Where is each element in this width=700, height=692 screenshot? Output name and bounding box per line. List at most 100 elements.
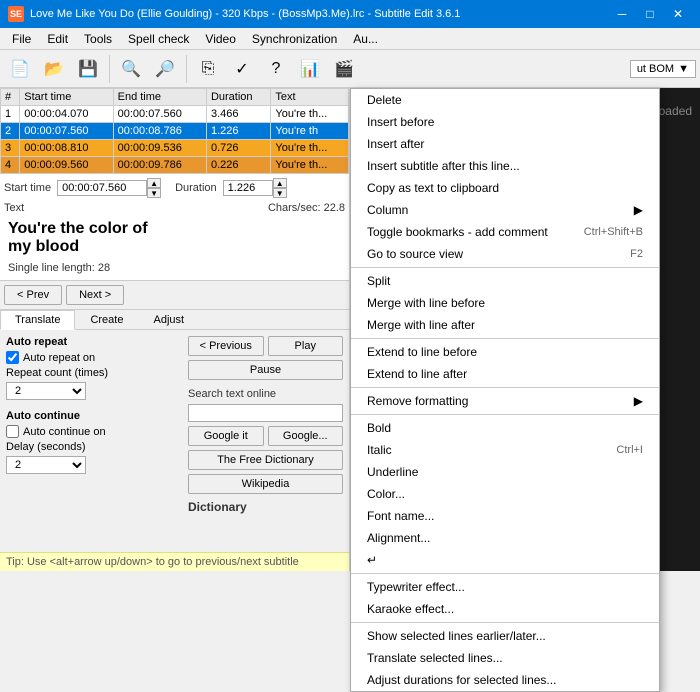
start-time-spinbox[interactable]: ▲ ▼ xyxy=(57,178,161,198)
context-menu-item[interactable]: Toggle bookmarks - add commentCtrl+Shift… xyxy=(351,221,659,243)
titlebar-title: Love Me Like You Do (Ellie Goulding) - 3… xyxy=(30,8,460,20)
menu-edit[interactable]: Edit xyxy=(39,30,76,48)
wikipedia-button[interactable]: Wikipedia xyxy=(188,474,343,494)
col-start: Start time xyxy=(20,89,113,106)
context-menu-item[interactable]: Translate selected lines... xyxy=(351,647,659,669)
context-menu-item[interactable]: Font name... xyxy=(351,505,659,527)
close-button[interactable]: ✕ xyxy=(664,0,692,28)
google2-button[interactable]: Google... xyxy=(268,426,344,446)
subtitle-table: # Start time End time Duration Text 100:… xyxy=(0,88,349,174)
free-dict-button[interactable]: The Free Dictionary xyxy=(188,450,343,470)
find-button[interactable]: 🔍 xyxy=(115,53,147,85)
menu-tools[interactable]: Tools xyxy=(76,30,120,48)
ctx-item-label: Delete xyxy=(367,93,402,107)
repeat-count-select[interactable]: 234 xyxy=(6,382,86,400)
table-row[interactable]: 200:00:07.56000:00:08.7861.226You're th xyxy=(1,123,349,140)
menu-sync[interactable]: Synchronization xyxy=(244,30,345,48)
context-menu-item[interactable]: Karaoke effect... xyxy=(351,598,659,620)
pause-button[interactable]: Pause xyxy=(188,360,343,380)
ctx-item-label: Split xyxy=(367,274,390,288)
table-row[interactable]: 300:00:08.81000:00:09.5360.726You're th.… xyxy=(1,140,349,157)
tab-adjust[interactable]: Adjust xyxy=(138,310,199,329)
context-menu-item[interactable]: Extend to line after xyxy=(351,363,659,385)
context-menu-item[interactable]: Copy as text to clipboard xyxy=(351,177,659,199)
duration-input[interactable] xyxy=(223,180,273,196)
context-menu-item[interactable]: Color... xyxy=(351,483,659,505)
duration-down[interactable]: ▼ xyxy=(273,188,287,198)
spell-button[interactable]: ✓ xyxy=(226,53,258,85)
video-button[interactable]: 🎬 xyxy=(328,53,360,85)
maximize-button[interactable]: □ xyxy=(636,0,664,28)
new-button[interactable]: 📄 xyxy=(4,53,36,85)
delay-select[interactable]: 234 xyxy=(6,456,86,474)
previous-button[interactable]: < Previous xyxy=(188,336,264,356)
context-menu-separator xyxy=(351,622,659,623)
context-menu-item[interactable]: Split xyxy=(351,270,659,292)
start-time-label: Start time xyxy=(4,182,51,194)
waveform-button[interactable]: 📊 xyxy=(294,53,326,85)
save-button[interactable]: 💾 xyxy=(72,53,104,85)
context-menu-item[interactable]: Delete xyxy=(351,89,659,111)
context-menu-item[interactable]: Alignment... xyxy=(351,527,659,549)
context-menu-item[interactable]: Extend to line before xyxy=(351,341,659,363)
context-menu-item[interactable]: Insert after xyxy=(351,133,659,155)
bom-dropdown[interactable]: ut BOM ▼ xyxy=(630,60,696,78)
tab-translate[interactable]: Translate xyxy=(0,310,75,330)
ctx-item-submenu-arrow: ▶ xyxy=(634,203,643,217)
start-time-down[interactable]: ▼ xyxy=(147,188,161,198)
tab-create[interactable]: Create xyxy=(75,310,138,329)
col-text: Text xyxy=(271,89,349,106)
auto-repeat-on-checkbox[interactable] xyxy=(6,351,19,364)
context-menu-item[interactable]: Merge with line after xyxy=(351,314,659,336)
context-menu-item[interactable]: Insert subtitle after this line... xyxy=(351,155,659,177)
context-menu-item[interactable]: Bold xyxy=(351,417,659,439)
next-button[interactable]: Next > xyxy=(66,285,124,305)
table-row[interactable]: 400:00:09.56000:00:09.7860.226You're th.… xyxy=(1,157,349,174)
ctx-item-label: Adjust durations for selected lines... xyxy=(367,673,556,687)
prev-button[interactable]: < Prev xyxy=(4,285,62,305)
subtitle-text-display[interactable]: You're the color ofmy blood xyxy=(4,216,345,260)
ctx-item-label: Font name... xyxy=(367,509,434,523)
google-button[interactable]: Google it xyxy=(188,426,264,446)
help-button[interactable]: ? xyxy=(260,53,292,85)
context-menu-item[interactable]: ItalicCtrl+I xyxy=(351,439,659,461)
context-menu-item[interactable]: Adjust durations for selected lines... xyxy=(351,669,659,691)
auto-continue-on-checkbox[interactable] xyxy=(6,425,19,438)
ocr-button[interactable]: ⎘ xyxy=(192,53,224,85)
repeat-count-label: Repeat count (times) xyxy=(6,367,108,379)
table-row[interactable]: 100:00:04.07000:00:07.5603.466You're th.… xyxy=(1,106,349,123)
ctx-item-shortcut: F2 xyxy=(630,248,643,260)
context-menu-item[interactable]: Underline xyxy=(351,461,659,483)
context-menu-item[interactable]: Merge with line before xyxy=(351,292,659,314)
dictionary-label: Dictionary xyxy=(188,500,343,514)
menu-file[interactable]: File xyxy=(4,30,39,48)
find-replace-button[interactable]: 🔎 xyxy=(149,53,181,85)
context-menu-separator xyxy=(351,387,659,388)
context-menu-item[interactable]: Insert before xyxy=(351,111,659,133)
toolbar-sep-1 xyxy=(109,55,110,83)
prev-next-row: < Prev Next > xyxy=(0,281,349,310)
chars-info: Chars/sec: 22.8 xyxy=(268,202,345,214)
ctx-item-label: Insert subtitle after this line... xyxy=(367,159,520,173)
ctx-item-shortcut: Ctrl+I xyxy=(616,444,643,456)
start-time-up[interactable]: ▲ xyxy=(147,178,161,188)
subtitle-table-container[interactable]: # Start time End time Duration Text 100:… xyxy=(0,88,349,174)
menu-spellcheck[interactable]: Spell check xyxy=(120,30,197,48)
start-time-input[interactable] xyxy=(57,180,147,196)
duration-up[interactable]: ▲ xyxy=(273,178,287,188)
search-input[interactable] xyxy=(188,404,343,422)
minimize-button[interactable]: ─ xyxy=(608,0,636,28)
menu-video[interactable]: Video xyxy=(197,30,243,48)
ctx-item-label: Bold xyxy=(367,421,391,435)
text-label: Text xyxy=(4,202,24,214)
menu-au[interactable]: Au... xyxy=(345,30,386,48)
open-button[interactable]: 📂 xyxy=(38,53,70,85)
play-button[interactable]: Play xyxy=(268,336,344,356)
context-menu-item[interactable]: Remove formatting▶ xyxy=(351,390,659,412)
context-menu-item[interactable]: Go to source viewF2 xyxy=(351,243,659,265)
duration-spinbox[interactable]: ▲ ▼ xyxy=(223,178,287,198)
context-menu-item[interactable]: ↵ xyxy=(351,549,659,571)
context-menu-item[interactable]: Typewriter effect... xyxy=(351,576,659,598)
context-menu-item[interactable]: Column▶ xyxy=(351,199,659,221)
context-menu-item[interactable]: Show selected lines earlier/later... xyxy=(351,625,659,647)
